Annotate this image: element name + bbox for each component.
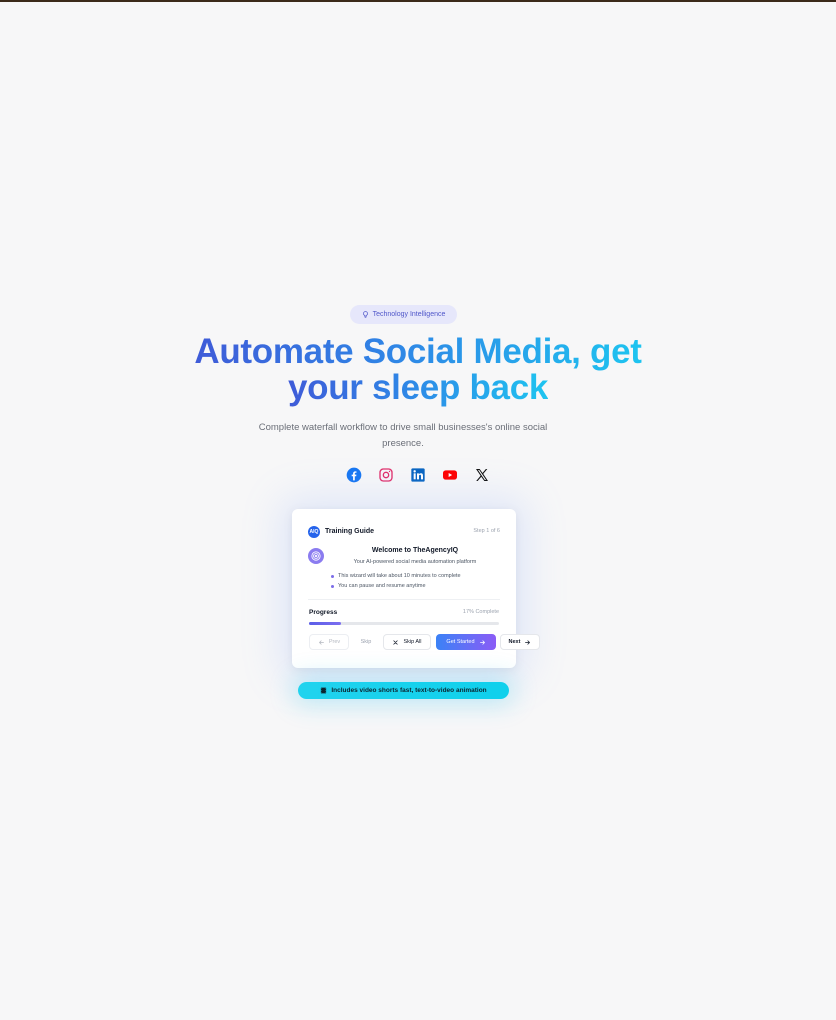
prev-button[interactable]: Prev bbox=[309, 634, 349, 650]
progress-bar bbox=[309, 622, 499, 625]
progress-label: Progress bbox=[309, 609, 338, 616]
step-indicator: Step 1 of 6 bbox=[473, 528, 500, 534]
feature-pill: Includes video shorts fast, text-to-vide… bbox=[298, 682, 509, 699]
skip-label: Skip bbox=[360, 639, 372, 645]
prev-label: Prev bbox=[328, 639, 341, 645]
film-icon bbox=[321, 687, 327, 694]
list-item: This wizard will take about 10 minutes t… bbox=[331, 573, 461, 583]
skip-all-button[interactable]: Skip All bbox=[383, 634, 431, 650]
top-rule bbox=[0, 0, 836, 2]
social-links bbox=[0, 467, 836, 483]
x-link[interactable] bbox=[474, 467, 490, 483]
hero-subtitle: Complete waterfall workflow to drive sma… bbox=[258, 422, 548, 449]
skip-button[interactable]: Skip bbox=[355, 634, 377, 650]
next-label: Next bbox=[508, 639, 521, 645]
get-started-button[interactable]: Get Started bbox=[436, 634, 496, 650]
facebook-link[interactable] bbox=[346, 467, 362, 483]
aiq-logo: AIQ bbox=[308, 526, 320, 538]
arrow-right-icon bbox=[479, 639, 485, 645]
welcome-title: Welcome to TheAgencyIQ bbox=[371, 547, 459, 554]
category-badge: Technology Intelligence bbox=[350, 305, 457, 324]
guide-header: AIQ Training Guide Step 1 of 6 bbox=[308, 526, 500, 538]
arrow-right-icon bbox=[525, 639, 531, 645]
arrow-left-icon bbox=[318, 639, 324, 645]
linkedin-link[interactable] bbox=[410, 467, 426, 483]
skip-all-label: Skip All bbox=[403, 639, 422, 645]
guide-bullets: This wizard will take about 10 minutes t… bbox=[331, 573, 461, 593]
list-item: You can pause and resume anytime bbox=[331, 583, 461, 593]
next-button[interactable]: Next bbox=[500, 634, 540, 650]
badge-label: Technology Intelligence bbox=[372, 311, 446, 318]
linkedin-icon bbox=[411, 468, 425, 482]
target-icon bbox=[308, 548, 324, 564]
facebook-icon bbox=[346, 467, 362, 483]
training-guide-card: AIQ Training Guide Step 1 of 6 Welcome t… bbox=[292, 509, 540, 668]
youtube-link[interactable] bbox=[442, 467, 458, 483]
welcome-subtitle: Your AI-powered social media automation … bbox=[353, 559, 477, 565]
feature-pill-label: Includes video shorts fast, text-to-vide… bbox=[331, 687, 487, 694]
headline-line-1: Automate Social Media, get bbox=[194, 332, 642, 371]
close-icon bbox=[393, 639, 399, 645]
divider bbox=[308, 599, 500, 600]
x-icon bbox=[476, 469, 488, 481]
guide-title: Training Guide bbox=[325, 528, 375, 535]
page-title: Automate Social Media, get your sleep ba… bbox=[0, 334, 836, 406]
youtube-icon bbox=[443, 470, 457, 480]
get-started-label: Get Started bbox=[446, 639, 475, 645]
headline-line-2: your sleep back bbox=[287, 368, 549, 407]
lightbulb-icon bbox=[362, 311, 368, 318]
instagram-icon bbox=[379, 468, 393, 482]
instagram-link[interactable] bbox=[378, 467, 394, 483]
progress-percent: 17% Complete bbox=[462, 609, 499, 615]
progress-fill bbox=[309, 622, 342, 625]
